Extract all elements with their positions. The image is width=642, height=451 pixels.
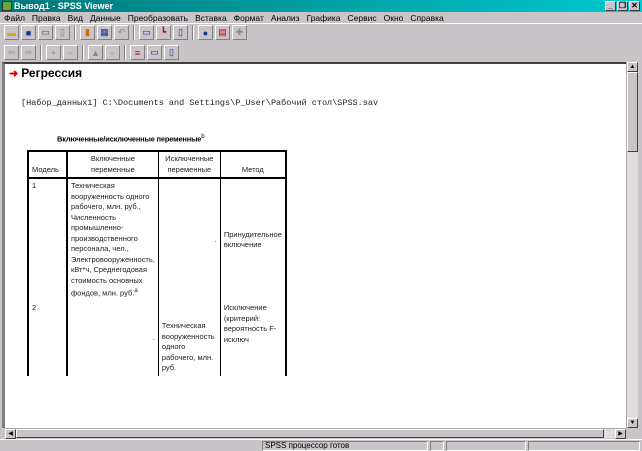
menu-utilities[interactable]: Сервис	[348, 12, 377, 23]
output-heading[interactable]: ➜ Регрессия	[9, 66, 82, 80]
expand-icon[interactable]: +	[46, 45, 61, 60]
dataset-path: [Набор_данных1] C:\Documents and Setting…	[21, 98, 379, 108]
menu-analyze[interactable]: Анализ	[271, 12, 300, 23]
dialog-recall-icon[interactable]: ▭	[139, 25, 154, 40]
show-icon[interactable]: ▲	[88, 45, 103, 60]
menu-transform[interactable]: Преобразовать	[128, 12, 188, 23]
scroll-right-button[interactable]: ▶	[615, 429, 626, 439]
main-toolbar: ▬ ■ ▭ ▯ ▮ ▦ ↶ ▭ ┗ ▯ ● ▤ ✚	[2, 24, 247, 41]
status-panel	[446, 441, 526, 451]
heading-text: Регрессия	[21, 66, 83, 80]
goto-data-icon[interactable]: ▦	[97, 25, 112, 40]
scroll-down-button[interactable]: ▼	[627, 418, 638, 428]
insert-title-icon[interactable]: ▭	[147, 45, 162, 60]
header-method: Метод	[219, 150, 287, 179]
header-excluded: Исключенные переменные	[157, 150, 221, 179]
output-pane: ➜ Регрессия [Набор_данных1] C:\Documents…	[2, 62, 626, 428]
variables-icon[interactable]: ▯	[173, 25, 188, 40]
selected-arrow-icon: ➜	[9, 67, 19, 80]
print-preview-icon[interactable]: ▯	[55, 25, 70, 40]
table-caption: Включенные/исключенные переменныеb	[57, 134, 205, 144]
status-panel	[430, 441, 444, 451]
forward-icon[interactable]: ⇨	[21, 45, 36, 60]
collapse-icon[interactable]: −	[63, 45, 78, 60]
insert-text-icon[interactable]: ▯	[164, 45, 179, 60]
vertical-scrollbar[interactable]: ▲ ▼	[626, 62, 638, 428]
window-title: Вывод1 - SPSS Viewer	[14, 1, 114, 11]
find-icon[interactable]: ●	[198, 25, 213, 40]
menu-data[interactable]: Данные	[90, 12, 121, 23]
status-panel	[528, 441, 640, 451]
insert-icon[interactable]: ✚	[232, 25, 247, 40]
outline-toolbar: ⇦ ⇨ + − ▲ ▫ ≡ ▭ ▯	[2, 44, 179, 61]
scroll-left-button[interactable]: ◀	[5, 429, 16, 439]
menu-file[interactable]: Файл	[4, 12, 25, 23]
back-icon[interactable]: ⇦	[4, 45, 19, 60]
status-bar: SPSS процессор готов	[0, 439, 642, 451]
scroll-up-button[interactable]: ▲	[627, 62, 638, 72]
menu-insert[interactable]: Вставка	[195, 12, 227, 23]
undo-icon[interactable]: ↶	[114, 25, 129, 40]
insert-heading-icon[interactable]: ≡	[130, 45, 145, 60]
horizontal-scroll-thumb[interactable]	[16, 429, 604, 438]
export-icon[interactable]: ▮	[80, 25, 95, 40]
print-icon[interactable]: ▭	[38, 25, 53, 40]
menu-format[interactable]: Формат	[234, 12, 264, 23]
menu-bar: Файл Правка Вид Данные Преобразовать Вст…	[0, 12, 642, 24]
title-bar: Вывод1 - SPSS Viewer _ ❐ ✕	[0, 0, 642, 12]
designate-window-icon[interactable]: ▤	[215, 25, 230, 40]
menu-edit[interactable]: Правка	[32, 12, 61, 23]
chart-icon[interactable]: ┗	[156, 25, 171, 40]
menu-help[interactable]: Справка	[410, 12, 443, 23]
horizontal-scrollbar[interactable]: ◀ ▶	[5, 428, 626, 439]
status-text: SPSS процессор готов	[262, 441, 428, 451]
table-row: 2 . Техническая вооруженность одного раб…	[27, 301, 287, 376]
vertical-scroll-thumb[interactable]	[627, 72, 638, 152]
hide-icon[interactable]: ▫	[105, 45, 120, 60]
header-included: Включенные переменные	[65, 150, 159, 179]
close-button[interactable]: ✕	[629, 1, 640, 11]
save-icon[interactable]: ■	[21, 25, 36, 40]
app-icon	[2, 1, 12, 11]
table-row: 1 Техническая вооруженность одного рабоч…	[27, 178, 287, 301]
minimize-button[interactable]: _	[605, 1, 616, 11]
restore-button[interactable]: ❐	[617, 1, 628, 11]
menu-view[interactable]: Вид	[68, 12, 83, 23]
variables-table[interactable]: Модель Включенные переменные Исключенные…	[27, 150, 287, 376]
menu-graphs[interactable]: Графика	[307, 12, 341, 23]
menu-window[interactable]: Окно	[384, 12, 404, 23]
open-icon[interactable]: ▬	[4, 25, 19, 40]
header-model: Модель	[27, 150, 67, 179]
